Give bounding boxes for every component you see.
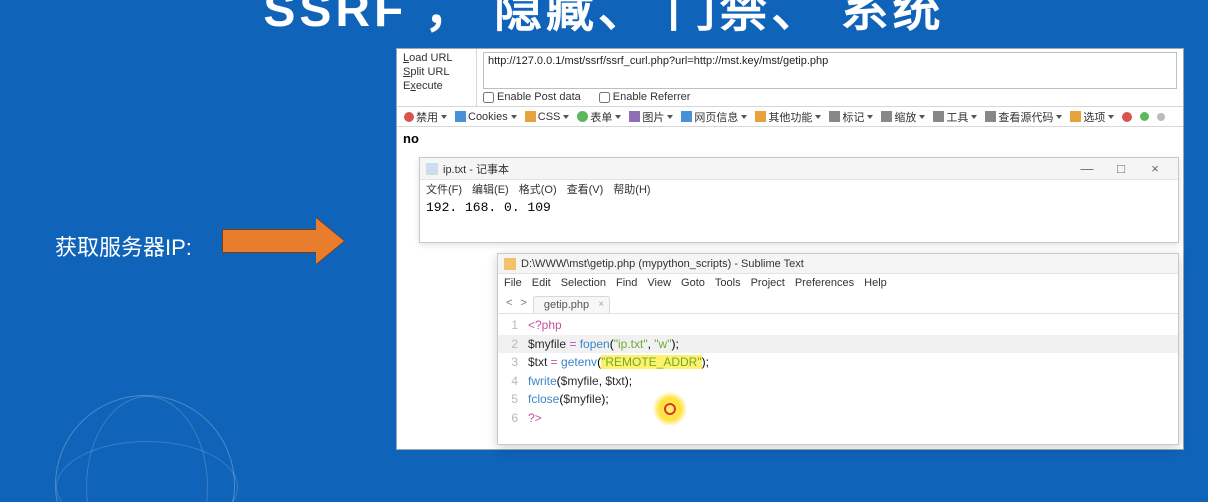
enable-referrer-checkbox[interactable]: Enable Referrer: [599, 91, 691, 103]
minimize-button[interactable]: —: [1070, 161, 1104, 176]
file-tab-label: getip.php: [544, 299, 589, 311]
np-menu-view[interactable]: 查看(V): [567, 181, 604, 197]
slide-title: SSRF ， 隐藏、 门禁、 系统: [0, 0, 1208, 40]
enable-post-checkbox[interactable]: Enable Post data: [483, 91, 581, 103]
close-button[interactable]: ×: [1138, 161, 1172, 176]
sublime-tabbar: < > getip.php ×: [498, 292, 1178, 314]
sublime-title-text: D:\WWW\mst\getip.php (mypython_scripts) …: [521, 258, 804, 270]
sublime-window: D:\WWW\mst\getip.php (mypython_scripts) …: [497, 253, 1179, 445]
browser-panel: LLoad URLoad URL Split URL Execute http:…: [396, 48, 1184, 450]
st-menu-goto[interactable]: Goto: [681, 277, 705, 289]
globe-decoration: [55, 395, 235, 502]
tb-pageinfo[interactable]: 网页信息: [678, 109, 750, 125]
notepad-content[interactable]: 192. 168. 0. 109: [420, 198, 1178, 219]
page-response: no: [397, 127, 1183, 150]
dev-toolbar: 禁用 Cookies CSS 表单 图片 网页信息 其他功能 标记 缩放 工具 …: [397, 107, 1183, 127]
np-menu-help[interactable]: 帮助(H): [613, 181, 650, 197]
np-menu-file[interactable]: 文件(F): [426, 181, 462, 197]
st-menu-tools[interactable]: Tools: [715, 277, 741, 289]
sublime-menu: File Edit Selection Find View Goto Tools…: [498, 274, 1178, 292]
url-input[interactable]: http://127.0.0.1/mst/ssrf/ssrf_curl.php?…: [483, 52, 1177, 89]
tb-css[interactable]: CSS: [522, 111, 573, 123]
tb-options[interactable]: 选项: [1067, 109, 1117, 125]
tb-status-ok[interactable]: [1137, 112, 1152, 121]
tb-cookies[interactable]: Cookies: [452, 111, 520, 123]
execute-button[interactable]: Execute: [401, 79, 472, 93]
st-menu-file[interactable]: File: [504, 277, 522, 289]
tb-zoom[interactable]: 缩放: [878, 109, 928, 125]
tb-misc[interactable]: 其他功能: [752, 109, 824, 125]
server-ip-label: 获取服务器IP:: [55, 230, 192, 262]
st-menu-selection[interactable]: Selection: [561, 277, 606, 289]
notepad-title-text: ip.txt - 记事本: [443, 161, 509, 177]
st-menu-help[interactable]: Help: [864, 277, 887, 289]
tb-forms[interactable]: 表单: [574, 109, 624, 125]
maximize-button[interactable]: □: [1104, 161, 1138, 176]
tb-source[interactable]: 查看源代码: [982, 109, 1065, 125]
notepad-menu: 文件(F) 编辑(E) 格式(O) 查看(V) 帮助(H): [420, 180, 1178, 198]
tb-disable[interactable]: 禁用: [401, 109, 450, 125]
st-menu-view[interactable]: View: [647, 277, 671, 289]
hackbar-actions: LLoad URLoad URL Split URL Execute: [397, 49, 477, 106]
hackbar: LLoad URLoad URL Split URL Execute http:…: [397, 49, 1183, 107]
file-tab[interactable]: getip.php ×: [533, 296, 610, 313]
code-editor[interactable]: 1<?php 2$myfile = fopen("ip.txt", "w"); …: [498, 314, 1178, 430]
st-menu-find[interactable]: Find: [616, 277, 637, 289]
nav-back[interactable]: <: [504, 297, 514, 313]
st-menu-edit[interactable]: Edit: [532, 277, 551, 289]
notepad-icon: [426, 163, 438, 175]
sublime-icon: [504, 258, 516, 270]
tb-tools[interactable]: 工具: [930, 109, 980, 125]
split-url-button[interactable]: Split URL: [401, 65, 472, 79]
notepad-titlebar[interactable]: ip.txt - 记事本 — □ ×: [420, 158, 1178, 180]
notepad-window: ip.txt - 记事本 — □ × 文件(F) 编辑(E) 格式(O) 查看(…: [419, 157, 1179, 243]
np-menu-format[interactable]: 格式(O): [519, 181, 557, 197]
pointer-arrow: [222, 218, 352, 264]
tab-close-icon[interactable]: ×: [598, 299, 604, 310]
tb-status-stop[interactable]: [1119, 112, 1135, 122]
load-url-button[interactable]: LLoad URLoad URL: [401, 51, 472, 65]
np-menu-edit[interactable]: 编辑(E): [472, 181, 509, 197]
tb-images[interactable]: 图片: [626, 109, 676, 125]
tb-status-dot[interactable]: [1154, 113, 1168, 121]
sublime-titlebar[interactable]: D:\WWW\mst\getip.php (mypython_scripts) …: [498, 254, 1178, 274]
nav-forward[interactable]: >: [518, 297, 528, 313]
st-menu-preferences[interactable]: Preferences: [795, 277, 854, 289]
st-menu-project[interactable]: Project: [751, 277, 785, 289]
tb-mark[interactable]: 标记: [826, 109, 876, 125]
